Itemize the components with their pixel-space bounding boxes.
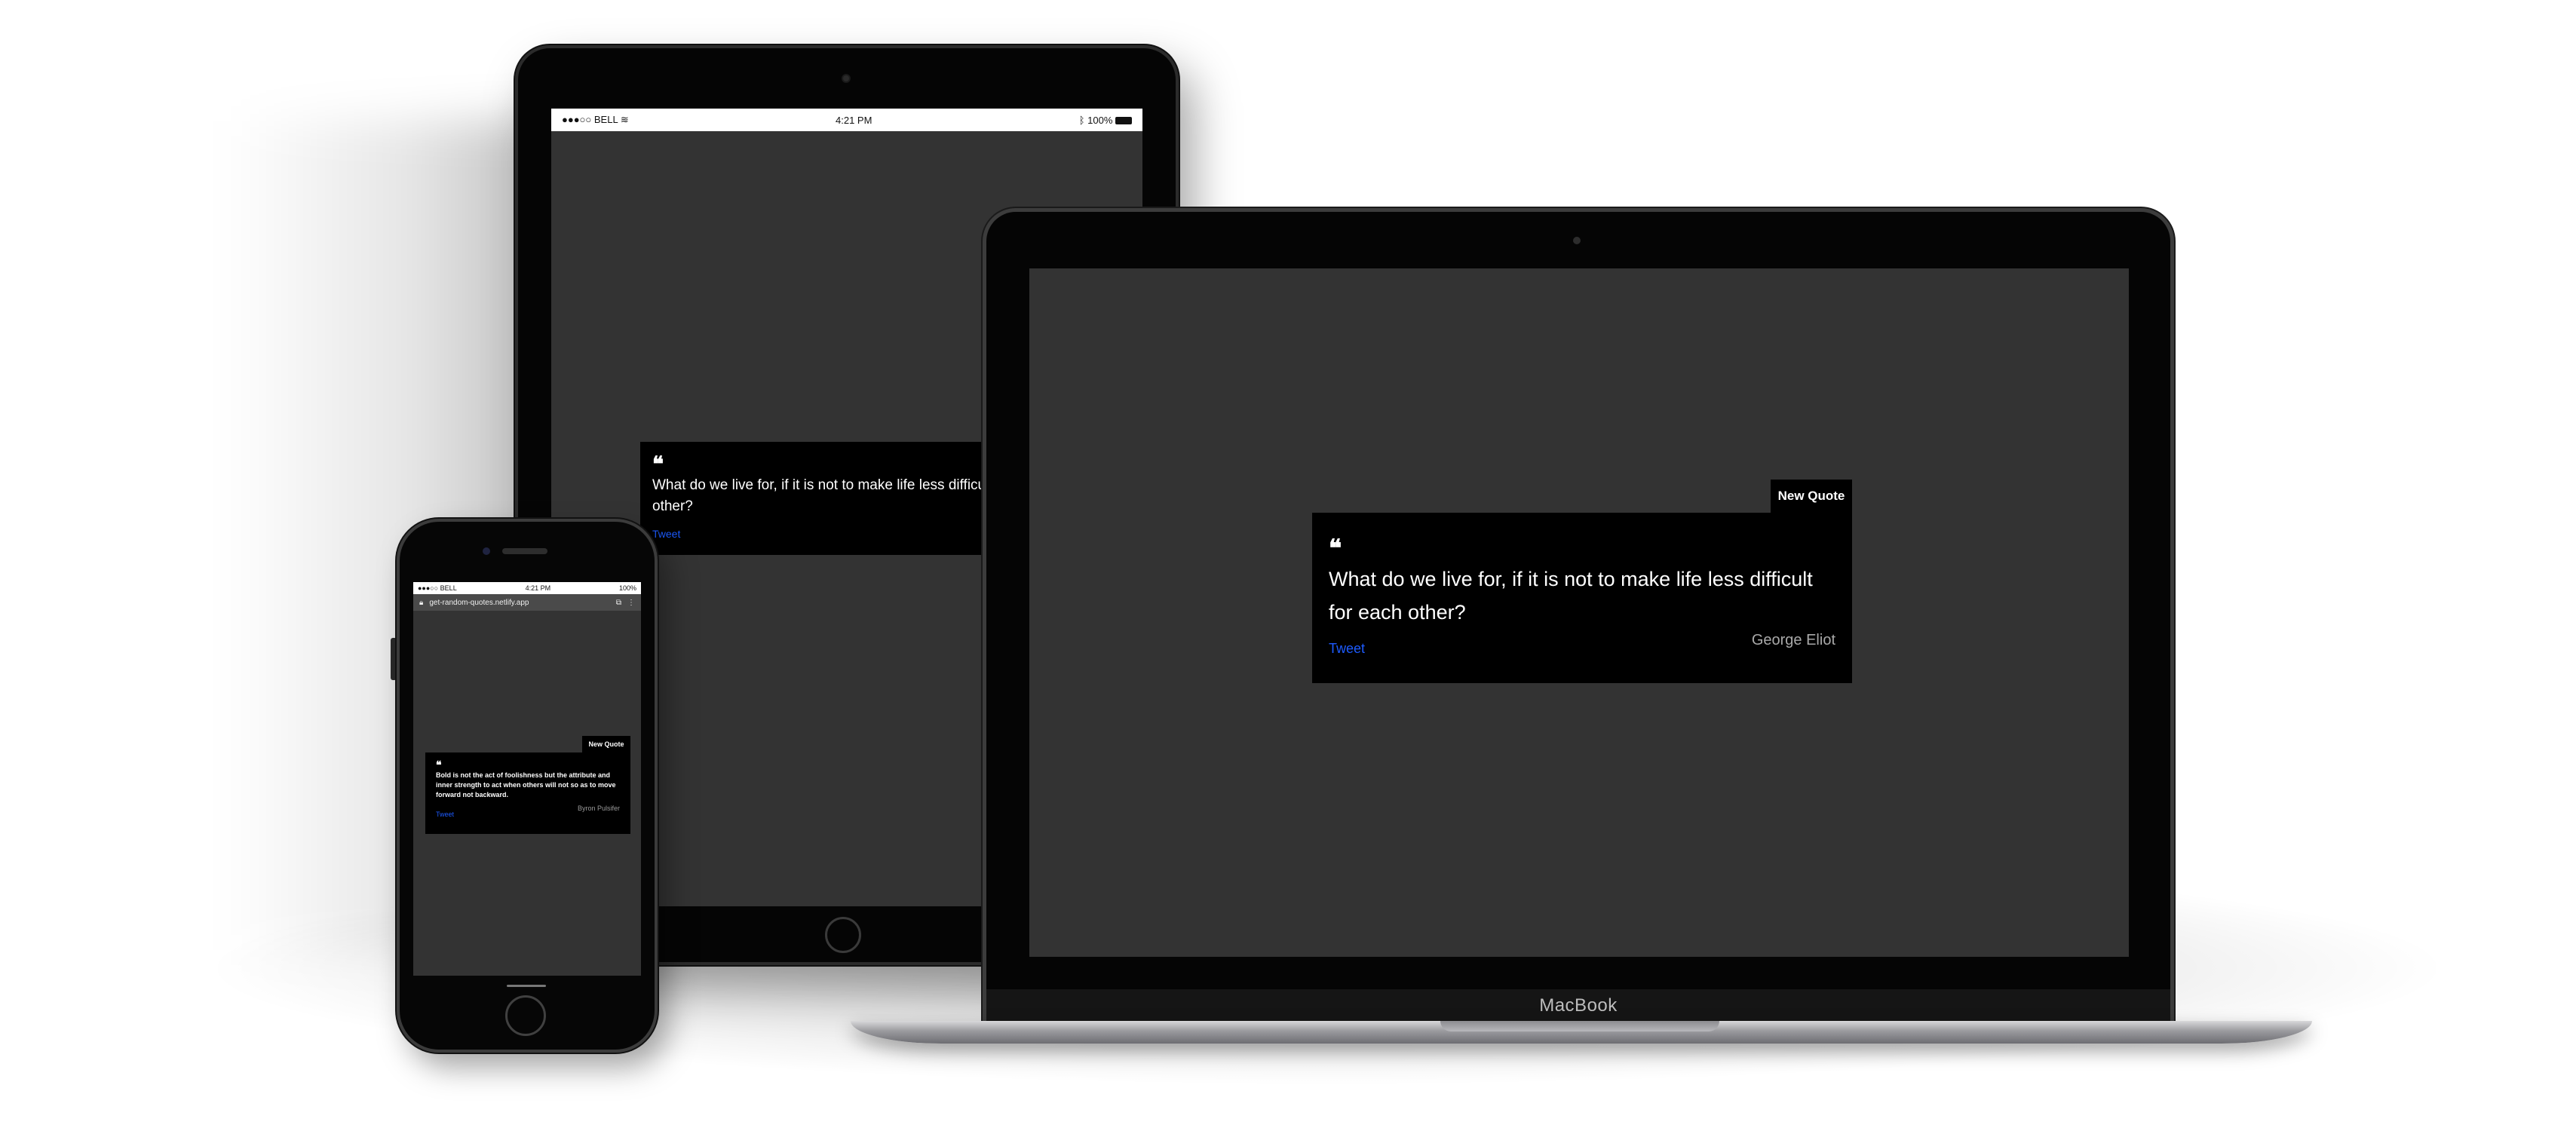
battery-icon xyxy=(1115,117,1132,125)
more-menu-icon[interactable]: ⋮ xyxy=(627,599,635,607)
iphone-speaker xyxy=(502,548,547,554)
ipad-status-bar: ●●●○○ BELL ≋ 4:21 PM ᛒ 100% xyxy=(551,109,1142,131)
quote-text: Bold is not the act of foolishness but t… xyxy=(436,771,616,798)
quote-icon: ❝ xyxy=(1329,534,1342,562)
iphone-camera-icon xyxy=(483,547,490,555)
carrier-label: ●●●○○ BELL xyxy=(418,584,457,592)
quote-author: Byron Pulsifer xyxy=(577,805,620,812)
lock-icon: 🔒︎ xyxy=(419,598,424,607)
ipad-camera-icon xyxy=(842,74,851,83)
quote-footer: Tweet Byron Pulsifer xyxy=(436,805,620,818)
tweet-link[interactable]: Tweet xyxy=(1329,641,1365,657)
quote-footer: Tweet George Eliot xyxy=(1329,632,1835,657)
tabs-icon[interactable]: ⧉ xyxy=(616,599,621,607)
macbook-camera-icon xyxy=(1573,237,1581,244)
bluetooth-icon: ᛒ xyxy=(1078,114,1085,126)
quote-card: ❝ Bold is not the act of foolishness but… xyxy=(425,752,630,834)
quote-author: George Eliot xyxy=(1751,632,1835,648)
wifi-icon: ≋ xyxy=(620,114,629,125)
iphone-screen: ●●●○○ BELL 4:21 PM 100% 🔒︎ get-random-qu… xyxy=(413,582,641,976)
quote-card: ❝ What do we live for, if it is not to m… xyxy=(1312,513,1852,683)
battery-status: 100% xyxy=(618,584,636,592)
quote-text: What do we live for, if it is not to mak… xyxy=(1329,568,1813,624)
new-quote-button[interactable]: New Quote xyxy=(582,736,630,752)
quote-icon: ❝ xyxy=(436,759,442,771)
iphone-home-button[interactable] xyxy=(505,995,546,1036)
tweet-link[interactable]: Tweet xyxy=(436,811,454,818)
url-text[interactable]: get-random-quotes.netlify.app xyxy=(429,599,610,607)
iphone-side-button xyxy=(391,638,397,680)
macbook-screen: New Quote ❝ What do we live for, if it i… xyxy=(1029,268,2129,957)
macbook-brand-label: MacBook xyxy=(1539,995,1618,1016)
browser-url-bar[interactable]: 🔒︎ get-random-quotes.netlify.app ⧉ ⋮ xyxy=(413,594,641,611)
status-time: 4:21 PM xyxy=(836,114,872,126)
battery-status: ᛒ 100% xyxy=(1079,115,1132,126)
macbook-hinge-notch xyxy=(1440,1021,1719,1031)
status-time: 4:21 PM xyxy=(525,584,551,592)
ipad-home-button[interactable] xyxy=(825,917,861,953)
new-quote-button[interactable]: New Quote xyxy=(1771,480,1852,513)
carrier-label: ●●●○○ BELL ≋ xyxy=(562,114,629,125)
iphone-home-indicator xyxy=(507,985,546,987)
iphone-status-bar: ●●●○○ BELL 4:21 PM 100% xyxy=(413,582,641,594)
